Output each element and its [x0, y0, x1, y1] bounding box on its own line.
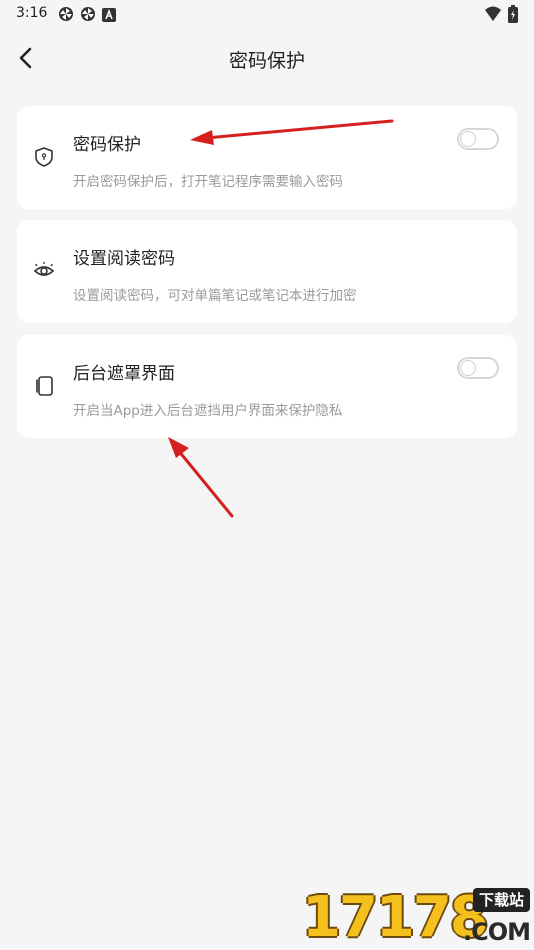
setting-description: 开启密码保护后，打开笔记程序需要输入密码 [73, 174, 343, 190]
page-title: 密码保护 [228, 50, 305, 72]
password-protection-toggle[interactable] [457, 128, 499, 150]
screen-cover-icon [33, 375, 55, 397]
pinwheel-icon [58, 6, 74, 26]
app-bar: 密码保护 [0, 36, 534, 80]
shield-lock-icon [33, 146, 55, 168]
setting-description: 开启当App进入后台遮挡用户界面来保护隐私 [73, 403, 343, 419]
watermark-tag: 下载站 [472, 888, 530, 912]
pinwheel-icon [80, 6, 96, 26]
battery-icon [508, 5, 518, 27]
setting-card-reading-password[interactable]: 设置阅读密码 设置阅读密码，可对单篇笔记或笔记本进行加密 [17, 220, 517, 323]
annotation-arrow-2 [168, 437, 234, 518]
setting-card-background-mask[interactable]: 后台遮罩界面 开启当App进入后台遮挡用户界面来保护隐私 [17, 335, 517, 438]
setting-title: 后台遮罩界面 [73, 364, 175, 384]
status-bar: 3:16 [0, 0, 534, 28]
toggle-knob [460, 131, 476, 147]
status-notification-icons [58, 6, 116, 26]
status-time: 3:16 [16, 5, 48, 21]
status-system-icons [484, 5, 518, 27]
eye-icon [33, 260, 55, 282]
watermark-number: 17178 [302, 885, 489, 950]
watermark-logo: 17178 下载站 .COM [302, 885, 531, 950]
setting-card-password-protection[interactable]: 密码保护 开启密码保护后，打开笔记程序需要输入密码 [17, 106, 517, 209]
setting-title: 设置阅读密码 [73, 249, 175, 269]
background-mask-toggle[interactable] [457, 357, 499, 379]
toggle-knob [460, 360, 476, 376]
watermark-domain: .COM [462, 918, 531, 946]
setting-title: 密码保护 [73, 135, 141, 155]
wifi-icon [484, 6, 502, 26]
font-a-icon [102, 7, 116, 26]
setting-description: 设置阅读密码，可对单篇笔记或笔记本进行加密 [73, 288, 357, 304]
